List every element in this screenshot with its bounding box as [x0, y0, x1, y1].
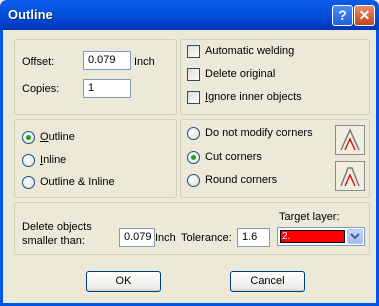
delete-objects-label-line2: smaller than:	[22, 235, 85, 247]
outline-radio[interactable]	[22, 131, 35, 144]
cut-corner-icon	[335, 161, 365, 191]
outline-radio-dot	[26, 135, 31, 140]
automatic-welding-checkbox[interactable]	[187, 45, 200, 58]
round-corners-radio[interactable]	[187, 174, 200, 187]
inline-label[interactable]: Inline	[40, 154, 66, 166]
dropdown-arrow-button[interactable]	[347, 229, 363, 244]
cut-corners-radio[interactable]	[187, 151, 200, 164]
delete-objects-label-line1: Delete objects	[22, 221, 92, 233]
target-layer-value: 2.	[282, 231, 291, 242]
delete-original-checkbox[interactable]	[187, 68, 200, 81]
close-button[interactable]: ✕	[354, 5, 375, 26]
cut-corner-glyph	[340, 167, 360, 187]
sharp-corner-glyph	[340, 128, 360, 151]
delete-threshold-unit: Inch	[155, 232, 176, 244]
tolerance-input[interactable]: 1.6	[237, 228, 270, 247]
offset-input[interactable]: 0.079	[83, 51, 131, 70]
inline-label-rest: nline	[43, 154, 67, 166]
sharp-corner-icon	[335, 125, 365, 155]
ignore-inner-objects-checkbox[interactable]	[187, 91, 200, 104]
ignore-inner-objects-label[interactable]: Ignore inner objects	[205, 91, 302, 103]
outline-label-rest: utline	[48, 131, 75, 143]
target-layer-select[interactable]: 2.	[277, 227, 365, 246]
title-bar: Outline ? ✕	[0, 0, 379, 30]
ignore-label-rest: gnore inner objects	[208, 91, 302, 103]
dialog-body: Offset: 0.079 Inch Copies: 1 Automatic w…	[0, 30, 379, 306]
offset-label: Offset:	[22, 56, 55, 68]
cut-corners-radio-dot	[191, 155, 196, 160]
copies-input[interactable]: 1	[83, 79, 131, 98]
chevron-down-icon	[350, 233, 360, 240]
round-corners-label[interactable]: Round corners	[205, 174, 277, 186]
cut-corners-label[interactable]: Cut corners	[205, 151, 262, 163]
window-title: Outline	[8, 7, 53, 22]
outline-label[interactable]: Outline	[40, 131, 75, 143]
help-button[interactable]: ?	[332, 5, 353, 26]
automatic-welding-label[interactable]: Automatic welding	[205, 45, 294, 57]
target-layer-swatch: 2.	[280, 230, 345, 243]
inline-radio[interactable]	[22, 154, 35, 167]
outline-and-inline-label[interactable]: Outline & Inline	[40, 176, 115, 188]
copies-label: Copies:	[22, 83, 60, 95]
delete-original-label[interactable]: Delete original	[205, 68, 275, 80]
target-layer-label: Target layer:	[279, 211, 340, 223]
ok-button[interactable]: OK	[86, 271, 161, 292]
cancel-button[interactable]: Cancel	[230, 271, 305, 292]
do-not-modify-corners-label[interactable]: Do not modify corners	[205, 127, 313, 139]
delete-threshold-input[interactable]: 0.079	[119, 228, 155, 247]
offset-unit: Inch	[134, 56, 155, 68]
outline-and-inline-radio[interactable]	[22, 176, 35, 189]
outline-accel: O	[40, 131, 49, 143]
do-not-modify-corners-radio[interactable]	[187, 127, 200, 140]
tolerance-label: Tolerance:	[181, 232, 232, 244]
